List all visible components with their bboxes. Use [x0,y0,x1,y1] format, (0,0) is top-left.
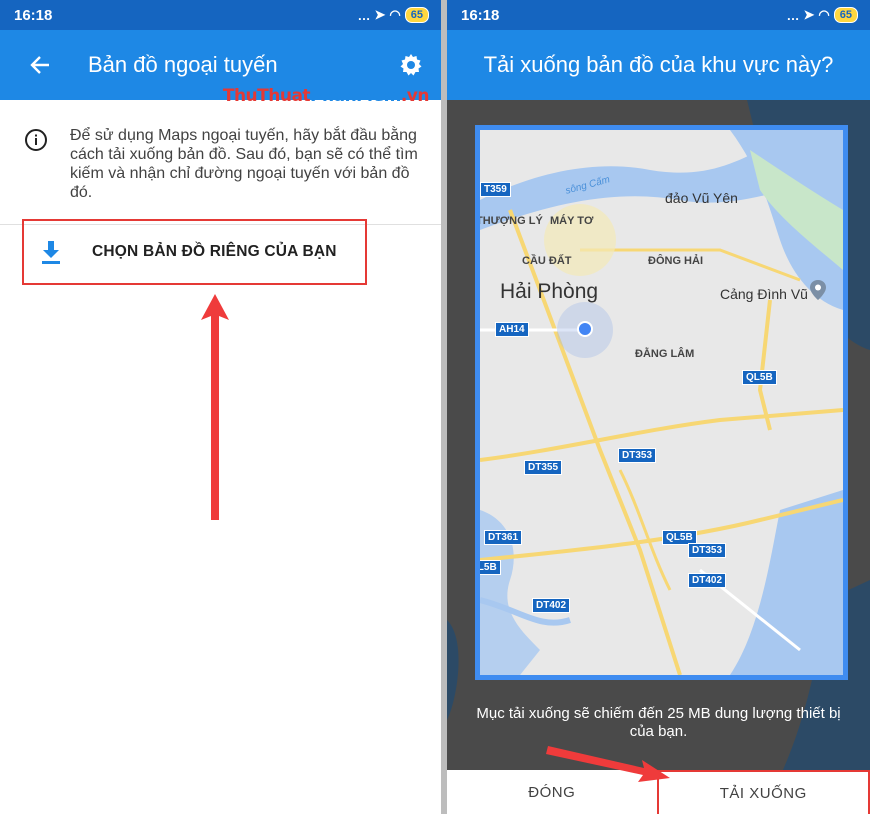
map-selection-frame[interactable]: Hải Phòng đảo Vũ Yên Cảng Đình Vũ sông C… [475,125,848,680]
road-shield: AH14 [495,322,529,337]
map-area[interactable]: Hải Phòng đảo Vũ Yên Cảng Đình Vũ sông C… [447,100,870,783]
status-time-right: 16:18 [461,6,500,24]
offline-maps-screen: 16:18 … ➤ ◠ 65 Bản đồ ngoại tuyến ThuThu… [0,0,441,814]
wifi-icon: ◠ [818,7,830,22]
status-icons-right: … ➤ ◠ 65 [786,7,858,23]
road-shield: QL5B [480,560,501,575]
road-shield: DT353 [618,448,657,463]
map-city-label: Hải Phòng [500,280,599,303]
more-icon: … [786,7,800,23]
info-section: Để sử dụng Maps ngoại tuyến, hãy bắt đầu… [0,100,441,225]
page-title: Bản đồ ngoại tuyến [88,52,278,77]
red-arrow-annotation [201,294,229,520]
map-district-label: MÁY TƠ [550,215,594,227]
status-icons: … ➤ ◠ 65 [357,7,429,23]
road-shield: QL5B [742,370,777,385]
info-icon [25,129,47,151]
location-icon: ➤ [803,7,815,22]
choose-own-map-button[interactable]: CHỌN BẢN ĐỒ RIÊNG CỦA BẠN [22,219,367,285]
status-time: 16:18 [14,6,53,24]
wifi-icon: ◠ [389,7,401,22]
map-district-label: ĐẰNG LÂM [635,348,695,360]
map-pin-icon[interactable] [810,280,826,300]
dialog-title: Tải xuống bản đồ của khu vực này? [447,30,870,100]
map-district-label: CẦU ĐẤT [522,255,572,267]
watermark: ThuThuatPhanMem.vn [222,86,430,106]
road-shield: DT402 [688,573,727,588]
gear-icon[interactable] [391,45,431,85]
battery-icon: 65 [833,7,858,23]
download-icon [42,241,60,264]
map-district-label: THƯỢNG LÝ [476,215,543,227]
more-icon: … [357,7,371,23]
map-place-label: đảo Vũ Yên [665,190,738,206]
road-shield: DT361 [484,530,523,545]
red-arrow-annotation-download [546,746,670,782]
road-shield: DT353 [688,543,727,558]
map-district-label: ĐÔNG HẢI [648,255,703,267]
map-canvas [480,130,843,675]
download-area-dialog-screen: 16:18 … ➤ ◠ 65 Tải xuống bản đồ của khu … [447,0,870,814]
status-bar-right: 16:18 … ➤ ◠ 65 [447,0,870,30]
download-button[interactable]: TẢI XUỐNG [656,770,870,814]
back-arrow-icon[interactable] [14,45,66,85]
status-bar: 16:18 … ➤ ◠ 65 [0,0,441,30]
road-shield: DT355 [524,460,563,475]
battery-icon: 65 [404,7,429,23]
road-shield: DT402 [532,598,571,613]
road-shield: T359 [480,182,511,197]
location-icon: ➤ [374,7,386,22]
map-place-label: Cảng Đình Vũ [720,286,808,302]
info-text: Để sử dụng Maps ngoại tuyến, hãy bắt đầu… [70,127,418,201]
choose-own-map-label: CHỌN BẢN ĐỒ RIÊNG CỦA BẠN [92,243,337,260]
